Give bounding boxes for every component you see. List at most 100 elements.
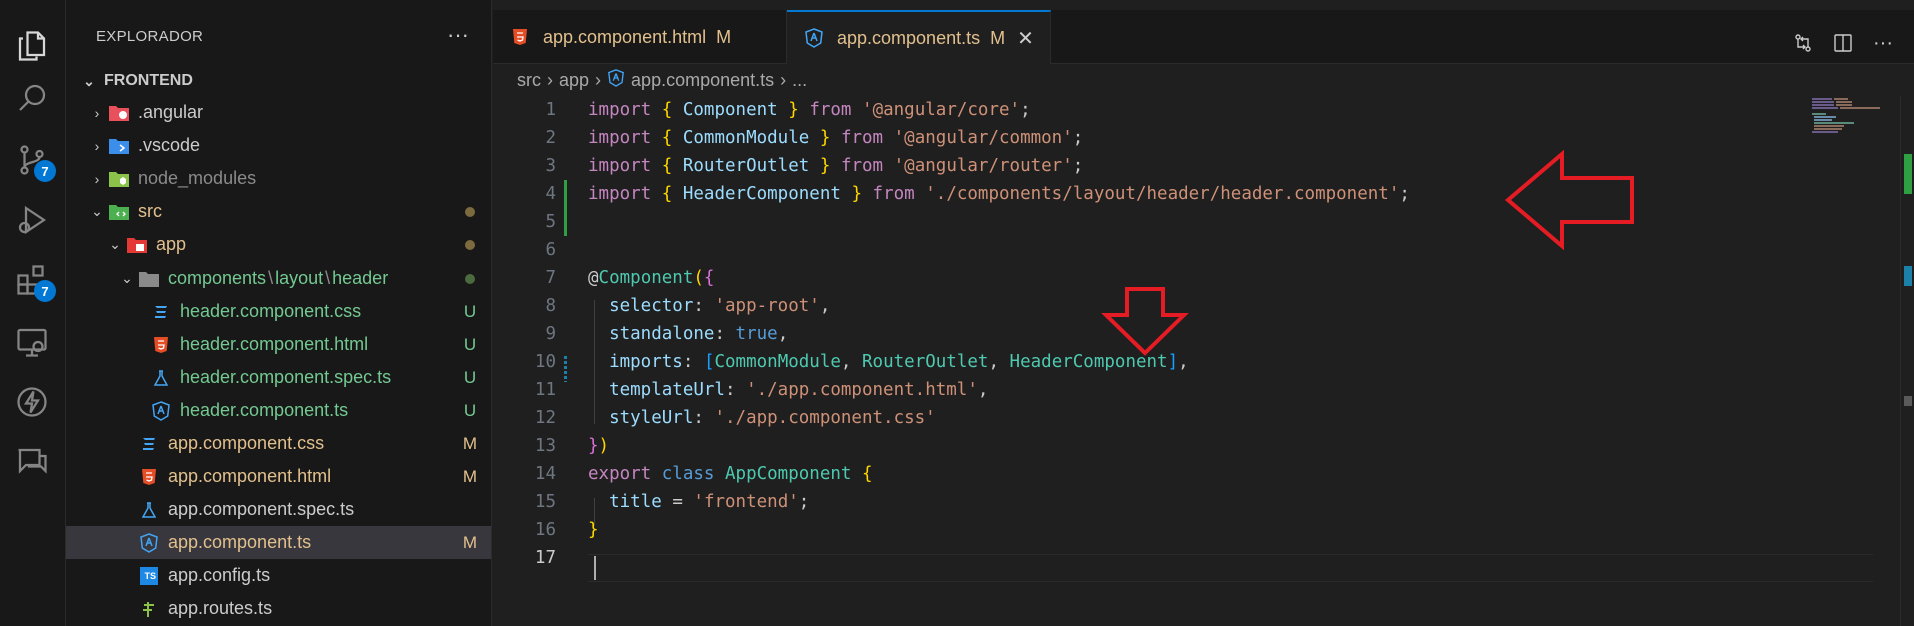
chevron-right-icon: › [94, 104, 100, 121]
run-debug-icon[interactable] [12, 200, 52, 240]
breadcrumb-item[interactable]: app [559, 70, 589, 91]
html-file-icon [136, 466, 162, 488]
tree-item-label: header.component.ts [180, 400, 349, 420]
extensions-icon[interactable]: 7 [12, 260, 56, 302]
code-line: 17 [534, 548, 556, 568]
source-control-icon[interactable]: 7 [12, 140, 56, 182]
tree-item-header-ts[interactable]: header.component.ts U [66, 394, 491, 427]
scroll-marker [1904, 396, 1912, 406]
editor-actions: ··· [1792, 32, 1894, 54]
ts-file-icon: TS [136, 565, 162, 587]
tree-item-label: app.component.html [168, 466, 332, 486]
tree-item-label: app.component.css [168, 433, 325, 453]
tree-item-header-css[interactable]: header.component.css U [66, 295, 491, 328]
code-line: 9 standalone: true, [545, 324, 789, 344]
tree-item-label: .angular [138, 102, 204, 122]
code-line: 8 selector: 'app-root', [545, 296, 831, 316]
tree-item-label: node_modules [138, 168, 257, 188]
extensions-badge: 7 [34, 280, 56, 302]
chevron-right-icon: › [94, 170, 100, 187]
tree-item-header-html[interactable]: header.component.html U [66, 328, 491, 361]
workspace-section-header[interactable]: ⌄ FRONTEND [66, 67, 491, 95]
breadcrumb-item[interactable]: app.component.ts [631, 70, 774, 91]
tab-label: app.component.ts [837, 27, 981, 48]
test-file-icon [136, 499, 162, 521]
sidebar-title: EXPLORADOR [96, 28, 204, 45]
tab-app-component-html[interactable]: app.component.html M [493, 10, 787, 64]
angular-file-icon [607, 69, 625, 92]
lightning-icon[interactable] [12, 382, 52, 422]
angular-file-icon [136, 532, 162, 554]
minimap[interactable] [1802, 96, 1902, 136]
folder-icon [136, 268, 162, 290]
vertical-scrollbar[interactable] [1900, 96, 1914, 626]
git-status-badge: U [463, 301, 477, 321]
explorer-sidebar: EXPLORADOR ··· ⌄ FRONTEND › .angular › .… [66, 0, 492, 626]
tab-bar: app.component.html M app.component.ts M … [493, 10, 1914, 64]
code-line: 4 import { HeaderComponent } from './comp… [545, 184, 1410, 204]
more-actions-icon[interactable]: ··· [1872, 32, 1894, 54]
tree-item-label: .vscode [138, 135, 201, 155]
tree-item-node-modules[interactable]: › node_modules [66, 162, 491, 195]
source-control-badge: 7 [34, 160, 56, 182]
tree-item-label: app.component.ts [168, 532, 312, 552]
tree-item-src[interactable]: ⌄ src [66, 195, 491, 228]
tree-item-app-routes[interactable]: app.routes.ts [66, 592, 491, 625]
tree-item-label: app.routes.ts [168, 598, 273, 618]
git-status-badge: M [462, 532, 478, 552]
breadcrumb-item[interactable]: src [517, 70, 541, 91]
tree-item-label: app.component.spec.ts [168, 499, 355, 519]
tree-item-components-layout-header[interactable]: ⌄ components \ layout \ header [66, 262, 491, 295]
vscode-folder-icon [106, 135, 132, 157]
workspace-name: FRONTEND [104, 72, 193, 89]
git-status-badge: U [463, 400, 477, 420]
compare-changes-icon[interactable] [1792, 32, 1814, 54]
code-line: 7 @Component({ [545, 268, 715, 288]
tree-item-app-html[interactable]: app.component.html M [66, 460, 491, 493]
node-folder-icon [106, 168, 132, 190]
tree-item-app[interactable]: ⌄ app [66, 228, 491, 261]
tree-item-vscode[interactable]: › .vscode [66, 129, 491, 162]
tree-item-app-spec[interactable]: app.component.spec.ts [66, 493, 491, 526]
tree-item-app-ts[interactable]: app.component.ts M [66, 526, 491, 559]
git-status-badge: U [463, 334, 477, 354]
more-actions-icon[interactable]: ··· [447, 22, 469, 48]
chevron-down-icon: ⌄ [83, 72, 95, 89]
search-icon[interactable] [12, 78, 52, 118]
test-file-icon [148, 367, 174, 389]
modified-dot [455, 235, 485, 255]
tree-item-angular[interactable]: › .angular [66, 96, 491, 129]
angular-folder-icon [106, 102, 132, 124]
tab-label: app.component.html [543, 26, 707, 47]
chevron-right-icon: › [547, 70, 553, 90]
routes-file-icon [136, 598, 162, 620]
modified-dot [455, 202, 485, 222]
angular-file-icon [803, 28, 825, 48]
tree-item-header-spec[interactable]: header.component.spec.ts U [66, 361, 491, 394]
breadcrumb: src › app › app.component.ts › ... [517, 69, 807, 92]
git-status-badge: U [463, 367, 477, 387]
code-line: 12 styleUrl: './app.component.css' [534, 408, 936, 428]
code-line: 14 export class AppComponent { [534, 464, 873, 484]
tree-item-app-css[interactable]: app.component.css M [66, 427, 491, 460]
remote-explorer-icon[interactable] [12, 322, 52, 362]
explorer-icon[interactable] [12, 26, 52, 66]
activity-bar: 7 7 [0, 0, 66, 626]
tree-item-label: app.config.ts [168, 565, 271, 585]
scroll-marker [1904, 154, 1912, 194]
breadcrumb-item[interactable]: ... [792, 70, 807, 91]
code-line: 1 import { Component } from '@angular/cor… [545, 100, 1031, 120]
tree-item-app-config[interactable]: TS app.config.ts [66, 559, 491, 592]
chat-icon[interactable] [12, 442, 52, 482]
tab-app-component-ts[interactable]: app.component.ts M ✕ [787, 10, 1051, 64]
tab-modified-indicator: M [990, 27, 1006, 48]
chevron-down-icon: ⌄ [109, 236, 121, 252]
code-line: 6 [545, 240, 556, 260]
tree-item-label: header.component.css [180, 301, 362, 321]
chevron-right-icon: › [595, 70, 602, 90]
close-icon[interactable]: ✕ [1017, 26, 1034, 51]
split-editor-icon[interactable] [1832, 32, 1854, 54]
git-status-badge: M [462, 466, 478, 486]
tree-item-label: src [138, 201, 162, 221]
editor-area: app.component.html M app.component.ts M … [493, 0, 1914, 626]
